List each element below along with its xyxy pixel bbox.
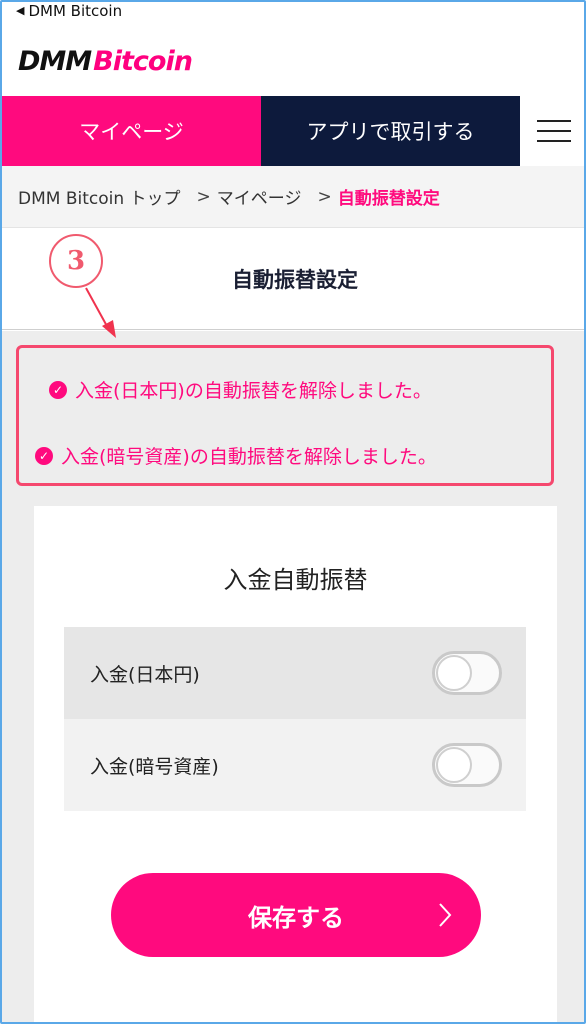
- message-jpy-disabled: ✓ 入金(日本円)の自動振替を解除しました。: [49, 376, 432, 403]
- chevron-right-icon: [439, 903, 452, 927]
- message-crypto-disabled: ✓ 入金(暗号資産)の自動振替を解除しました。: [35, 442, 437, 469]
- toggle-row-crypto: 入金(暗号資産): [64, 719, 526, 811]
- breadcrumb-current: 自動振替設定: [337, 189, 440, 209]
- toggle-label-crypto: 入金(暗号資産): [90, 755, 219, 778]
- back-arrow-icon[interactable]: ◀: [16, 2, 24, 20]
- message-text: 入金(暗号資産)の自動振替を解除しました。: [61, 446, 437, 468]
- menu-bar: [537, 120, 571, 122]
- step-number-annotation: 3: [49, 234, 103, 288]
- nav-app-trade-button[interactable]: アプリで取引する: [261, 96, 520, 166]
- breadcrumb: DMM Bitcoin トップ > マイページ > 自動振替設定: [2, 166, 584, 228]
- message-text: 入金(日本円)の自動振替を解除しました。: [75, 380, 432, 402]
- page-title: 自動振替設定: [232, 267, 358, 292]
- toggle-knob: [436, 655, 472, 691]
- toggle-switch-crypto[interactable]: [432, 743, 502, 787]
- nav-mypage-button[interactable]: マイページ: [2, 96, 261, 166]
- toggle-knob: [436, 747, 472, 783]
- toggle-label-jpy: 入金(日本円): [90, 663, 200, 686]
- menu-bar: [537, 130, 571, 132]
- annotation-arrow-icon: [85, 287, 116, 338]
- breadcrumb-separator: >: [317, 186, 332, 207]
- top-navigation: マイページ アプリで取引する: [2, 96, 584, 166]
- hamburger-menu-icon[interactable]: [520, 96, 584, 166]
- logo-bitcoin: Bitcoin: [93, 46, 193, 77]
- nav-app-trade-label: アプリで取引する: [306, 120, 475, 144]
- logo-dmm: DMM: [18, 46, 92, 77]
- auto-transfer-card: 入金自動振替 入金(日本円) 入金(暗号資産) 保存する: [34, 506, 557, 1022]
- card-title: 入金自動振替: [223, 566, 368, 594]
- app-frame: ◀ DMM Bitcoin DMM Bitcoin マイページ アプリで取引する…: [0, 0, 586, 1024]
- nav-mypage-label: マイページ: [79, 120, 184, 144]
- check-circle-icon: ✓: [35, 446, 53, 465]
- toggle-row-jpy: 入金(日本円): [64, 627, 526, 719]
- check-circle-icon: ✓: [49, 380, 67, 399]
- save-button-label: 保存する: [248, 904, 344, 932]
- menu-bar: [537, 140, 571, 142]
- dmm-bitcoin-logo[interactable]: DMM Bitcoin: [18, 46, 193, 77]
- breadcrumb-separator: >: [196, 186, 211, 207]
- back-app-label[interactable]: DMM Bitcoin: [28, 2, 122, 20]
- status-bar[interactable]: ◀ DMM Bitcoin: [16, 2, 122, 20]
- breadcrumb-top-link[interactable]: DMM Bitcoin トップ: [18, 184, 181, 209]
- breadcrumb-mypage-link[interactable]: マイページ: [217, 184, 302, 209]
- save-button[interactable]: 保存する: [111, 873, 481, 957]
- result-messages-box: ✓ 入金(日本円)の自動振替を解除しました。 ✓ 入金(暗号資産)の自動振替を解…: [16, 345, 554, 486]
- toggle-switch-jpy[interactable]: [432, 651, 502, 695]
